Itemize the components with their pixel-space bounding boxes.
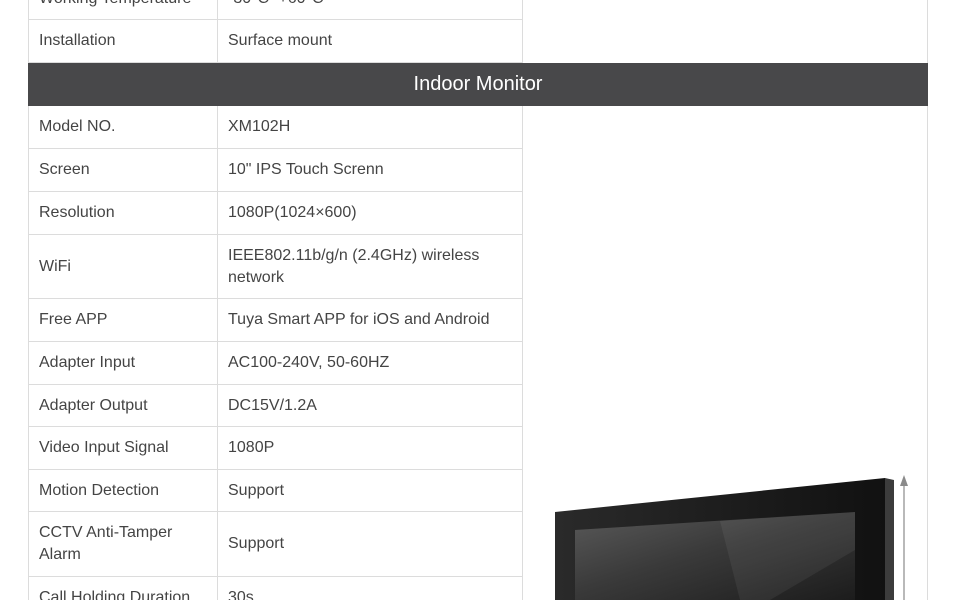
spec-page: Working Temperature -30°C~+60°C Installa… bbox=[0, 0, 953, 600]
spec-value: 1080P(1024×600) bbox=[228, 204, 357, 221]
table-row: Screen 10" IPS Touch Screnn bbox=[28, 149, 523, 192]
indoor-monitor-product-image bbox=[555, 475, 908, 600]
section-title-indoor-monitor: Indoor Monitor bbox=[28, 63, 928, 106]
table-row: Motion Detection Support bbox=[28, 470, 523, 512]
spec-value: XM102H bbox=[228, 118, 291, 135]
spec-label: WiFi bbox=[29, 235, 218, 298]
spec-label: Adapter Input bbox=[29, 342, 218, 384]
spec-value: 10" IPS Touch Screnn bbox=[228, 161, 384, 178]
table-row: Adapter Input AC100-240V, 50-60HZ bbox=[28, 342, 523, 385]
spec-value: Surface mount bbox=[228, 32, 333, 49]
table-row: WiFi IEEE802.11b/g/n (2.4GHz) wireless n… bbox=[28, 235, 523, 299]
spec-label: Video Input Signal bbox=[29, 427, 218, 469]
spec-label: Free APP bbox=[29, 299, 218, 341]
spec-value: Support bbox=[228, 481, 285, 499]
table-row: Working Temperature -30°C~+60°C bbox=[28, 0, 523, 20]
spec-value: IEEE802.11b/g/n (2.4GHz) wireless networ… bbox=[228, 246, 480, 286]
spec-label: Adapter Output bbox=[29, 385, 218, 426]
spec-value: -30°C~+60°C bbox=[218, 0, 522, 19]
spec-label: CCTV Anti-Tamper Alarm bbox=[29, 512, 218, 576]
table-row: Free APP Tuya Smart APP for iOS and Andr… bbox=[28, 299, 523, 342]
spec-label: Model NO. bbox=[29, 106, 218, 148]
spec-label: Call Holding Duration bbox=[29, 577, 218, 600]
spec-value: Tuya Smart APP for iOS and Android bbox=[228, 311, 490, 328]
spec-label: Resolution bbox=[29, 192, 218, 234]
spec-label: Installation bbox=[29, 20, 218, 62]
table-row: Installation Surface mount bbox=[28, 20, 523, 63]
spec-value: 30s bbox=[228, 589, 254, 600]
spec-value: Support bbox=[228, 535, 285, 552]
spec-value: 1080P bbox=[228, 439, 275, 456]
spec-label: Screen bbox=[29, 149, 218, 191]
spec-value: DC15V/1.2A bbox=[228, 396, 317, 414]
table-row: Video Input Signal 1080P bbox=[28, 427, 523, 470]
table-row: Model NO. XM102H bbox=[28, 106, 523, 149]
table-row: Adapter Output DC15V/1.2A bbox=[28, 385, 523, 427]
table-row: Resolution 1080P(1024×600) bbox=[28, 192, 523, 235]
spec-value: AC100-240V, 50-60HZ bbox=[228, 354, 390, 371]
spec-label: Motion Detection bbox=[29, 470, 218, 511]
table-row: Call Holding Duration 30s bbox=[28, 577, 523, 600]
table-row: CCTV Anti-Tamper Alarm Support bbox=[28, 512, 523, 577]
spec-label: Working Temperature bbox=[29, 0, 218, 19]
